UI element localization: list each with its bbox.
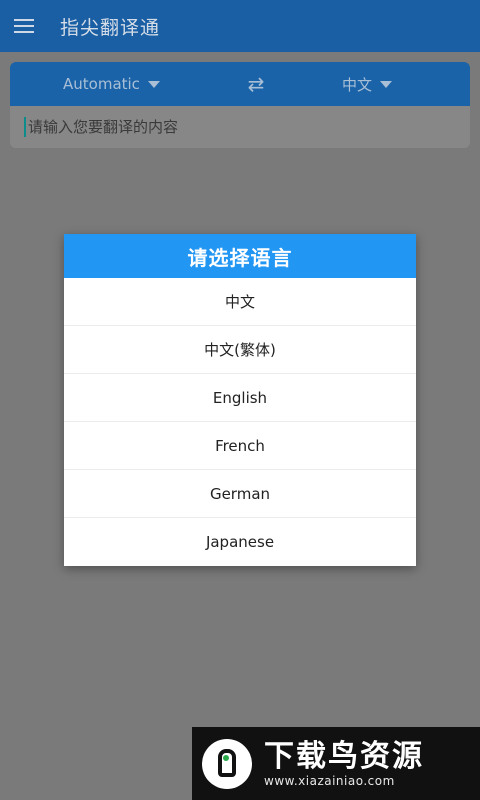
source-language-selector[interactable]: Automatic: [63, 75, 160, 93]
dropdown-arrow-icon: [380, 80, 392, 88]
hamburger-menu-icon[interactable]: [14, 19, 34, 33]
language-option-english[interactable]: English: [64, 374, 416, 422]
watermark-text: 下载鸟资源 www.xiazainiao.com: [264, 738, 424, 788]
app-bar: 指尖翻译通: [0, 0, 480, 52]
swap-languages-icon[interactable]: ⇄: [248, 72, 265, 96]
language-option-chinese[interactable]: 中文: [64, 278, 416, 326]
translate-card: Automatic ⇄ 中文: [10, 62, 470, 148]
language-option-french[interactable]: French: [64, 422, 416, 470]
dropdown-arrow-icon: [147, 80, 160, 88]
target-language-label: 中文: [341, 75, 372, 94]
input-area: [10, 106, 470, 148]
language-bar: Automatic ⇄ 中文: [10, 62, 470, 106]
language-option-japanese[interactable]: Japanese: [64, 518, 416, 566]
watermark-banner: 下载鸟资源 www.xiazainiao.com: [192, 727, 480, 800]
language-option-chinese-traditional[interactable]: 中文(繁体): [64, 326, 416, 374]
translate-input[interactable]: [24, 117, 450, 137]
watermark-url: www.xiazainiao.com: [264, 773, 395, 788]
language-option-german[interactable]: German: [64, 470, 416, 518]
target-language-selector[interactable]: 中文: [342, 74, 392, 95]
source-language-label: Automatic: [63, 75, 140, 93]
dialog-title: 请选择语言: [64, 234, 416, 278]
bird-logo-icon: [202, 738, 252, 789]
language-select-dialog: 请选择语言 中文 中文(繁体) English French German Ja…: [64, 234, 416, 566]
watermark-name: 下载鸟资源: [264, 738, 424, 774]
app-title: 指尖翻译通: [60, 16, 161, 39]
